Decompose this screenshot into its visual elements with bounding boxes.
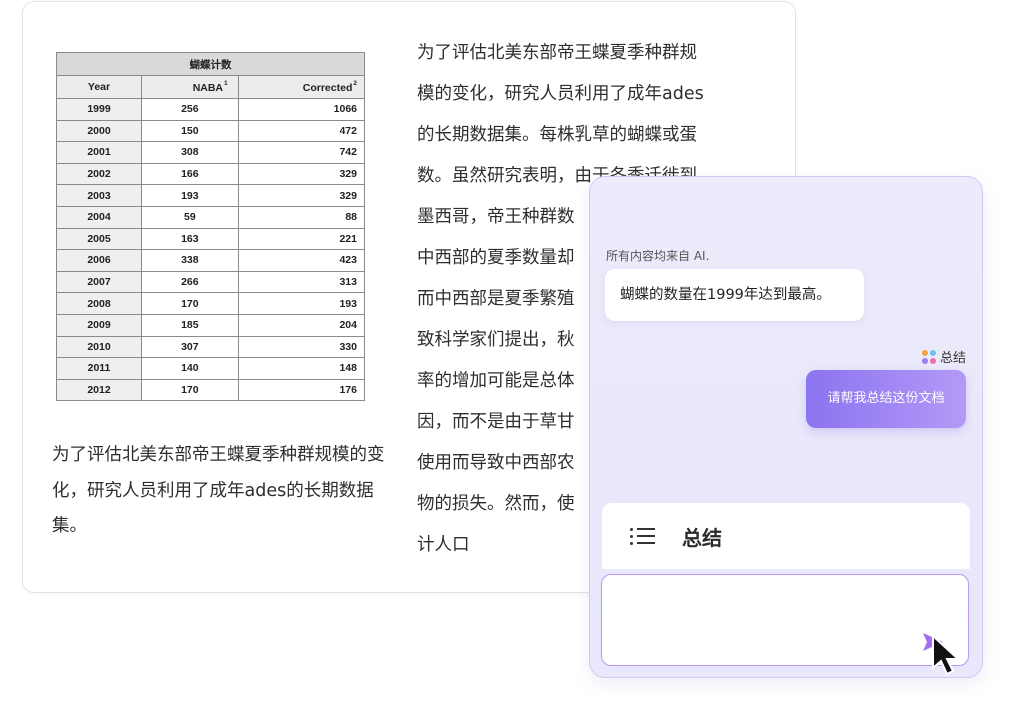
table-cell-naba: 185 <box>141 313 239 337</box>
table-row: 2004 59 88 <box>56 205 366 229</box>
table-cell-naba: 256 <box>141 98 239 121</box>
table-row: 2002 166 329 <box>56 162 366 186</box>
table-cell-corrected: 221 <box>237 227 366 251</box>
column-header-year: Year <box>56 75 142 99</box>
table-cell-corrected: 88 <box>237 205 366 229</box>
table-cell-year: 2006 <box>56 249 142 272</box>
table-cell-corrected: 176 <box>237 378 366 402</box>
table-cell-corrected: 1066 <box>237 98 366 121</box>
table-row: 2012 170 176 <box>56 378 366 402</box>
column-header-corrected: Corrected2 <box>237 75 366 99</box>
table-cell-year: 2008 <box>56 292 142 315</box>
ai-reply-bubble: 蝴蝶的数量在1999年达到最高。 <box>605 269 864 321</box>
left-paragraph: 为了评估北美东部帝王蝶夏季种群规模的变化，研究人员利用了成年ades的长期数据集… <box>52 445 385 536</box>
table-cell-year: 1999 <box>56 98 142 121</box>
column-header-naba: NABA1 <box>141 75 239 99</box>
table-row: 2010 307 330 <box>56 335 366 359</box>
table-cell-corrected: 313 <box>237 270 366 294</box>
table-cell-naba: 193 <box>141 184 239 207</box>
chat-input[interactable] <box>601 574 969 666</box>
user-message-bubble: 请帮我总结这份文档 <box>806 370 966 428</box>
table-row: 2008 170 193 <box>56 292 366 315</box>
table-cell-year: 2002 <box>56 162 142 186</box>
table-cell-naba: 338 <box>141 249 239 272</box>
table-cell-corrected: 330 <box>237 335 366 359</box>
summary-tag-label: 总结 <box>939 351 966 366</box>
list-icon <box>630 526 656 546</box>
table-row: 2007 266 313 <box>56 270 366 294</box>
ai-assistant-panel: 所有内容均来自 AI. 蝴蝶的数量在1999年达到最高。 总结 请帮我总结这份文… <box>589 176 983 678</box>
table-cell-naba: 163 <box>141 227 239 251</box>
table-row: 2000 150 472 <box>56 119 366 143</box>
summary-bar-label: 总结 <box>682 525 722 550</box>
table-cell-year: 2003 <box>56 184 142 207</box>
table-cell-corrected: 204 <box>237 313 366 337</box>
table-cell-naba: 166 <box>141 162 239 186</box>
four-dots-icon <box>921 349 936 364</box>
mouse-cursor-icon <box>932 634 961 676</box>
table-cell-year: 2011 <box>56 357 142 380</box>
paragraph-line: 模的变化，研究人员利用了成年ades <box>417 84 704 104</box>
table-row: 2005 163 221 <box>56 227 366 251</box>
table-cell-naba: 307 <box>141 335 239 359</box>
table-cell-corrected: 148 <box>237 357 366 380</box>
table-cell-naba: 170 <box>141 292 239 315</box>
table-cell-year: 2000 <box>56 119 142 143</box>
table-cell-year: 2005 <box>56 227 142 251</box>
table-cell-naba: 140 <box>141 357 239 380</box>
summary-tag: 总结 <box>921 347 966 366</box>
summary-action-bar[interactable]: 总结 <box>602 503 970 569</box>
table-row: 2011 140 148 <box>56 357 366 380</box>
table-cell-naba: 170 <box>141 378 239 402</box>
table-cell-year: 2004 <box>56 205 142 229</box>
table-row: 2003 193 329 <box>56 184 366 207</box>
table-cell-year: 2012 <box>56 378 142 402</box>
table-cell-corrected: 329 <box>237 162 366 186</box>
paragraph-line: 为了评估北美东部帝王蝶夏季种群规 <box>417 43 697 63</box>
table-row: 2006 338 423 <box>56 249 366 272</box>
table-cell-naba: 150 <box>141 119 239 143</box>
table-cell-naba: 308 <box>141 141 239 164</box>
ai-disclaimer: 所有内容均来自 AI. <box>606 249 710 263</box>
table-cell-year: 2009 <box>56 313 142 337</box>
table-cell-naba: 266 <box>141 270 239 294</box>
table-row: 1999 256 1066 <box>56 98 366 121</box>
table-cell-year: 2007 <box>56 270 142 294</box>
butterfly-count-table: 蝴蝶计数 Year NABA1 Corrected2 1999 256 1066 20… <box>56 52 366 402</box>
table-row: 2009 185 204 <box>56 313 366 337</box>
table-cell-year: 2010 <box>56 335 142 359</box>
table-row: 2001 308 742 <box>56 141 366 164</box>
table-cell-corrected: 423 <box>237 249 366 272</box>
table-cell-corrected: 472 <box>237 119 366 143</box>
table-cell-corrected: 742 <box>237 141 366 164</box>
table-title: 蝴蝶计数 <box>56 52 365 76</box>
table-cell-corrected: 193 <box>237 292 366 315</box>
table-cell-naba: 59 <box>141 205 239 229</box>
table-cell-year: 2001 <box>56 141 142 164</box>
paragraph-line: 的长期数据集。每株乳草的蝴蝶或蛋 <box>417 125 697 145</box>
table-cell-corrected: 329 <box>237 184 366 207</box>
